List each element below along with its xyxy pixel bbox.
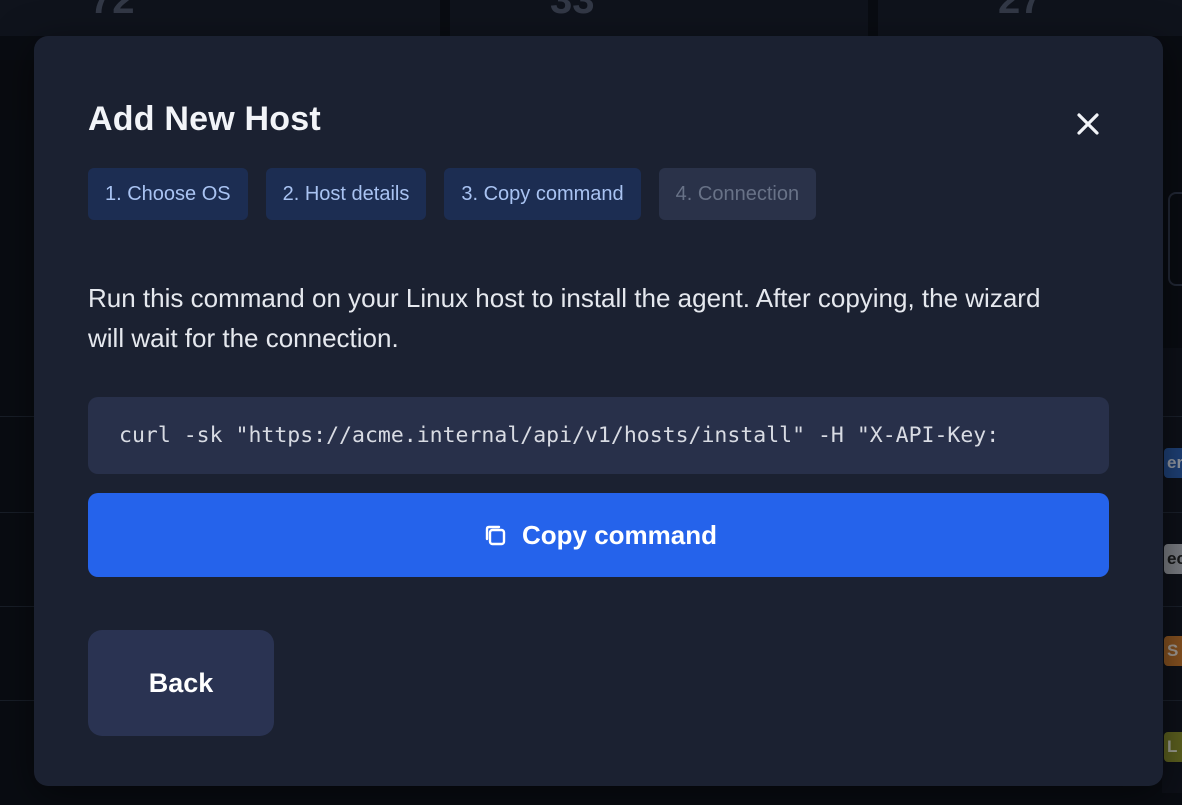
- back-button[interactable]: Back: [88, 630, 274, 736]
- copy-icon: [480, 520, 510, 550]
- step-copy-command[interactable]: 3. Copy command: [444, 168, 641, 220]
- command-box[interactable]: curl -sk "https://acme.internal/api/v1/h…: [88, 397, 1109, 474]
- copy-command-label: Copy command: [521, 519, 718, 550]
- add-host-modal: Add New Host 1. Choose OS 2. Host detail…: [34, 36, 1163, 786]
- step-connection: 4. Connection: [658, 168, 817, 220]
- step-choose-os[interactable]: 1. Choose OS: [88, 168, 248, 220]
- wizard-steps: 1. Choose OS 2. Host details 3. Copy com…: [88, 168, 817, 220]
- close-icon: [1077, 113, 1099, 135]
- modal-title: Add New Host: [88, 100, 321, 138]
- instructions-text: Run this command on your Linux host to i…: [88, 283, 1041, 353]
- command-text[interactable]: curl -sk "https://acme.internal/api/v1/h…: [119, 423, 999, 448]
- step-host-details[interactable]: 2. Host details: [265, 168, 427, 220]
- close-button[interactable]: [1070, 106, 1106, 142]
- copy-command-button[interactable]: Copy command: [88, 493, 1109, 577]
